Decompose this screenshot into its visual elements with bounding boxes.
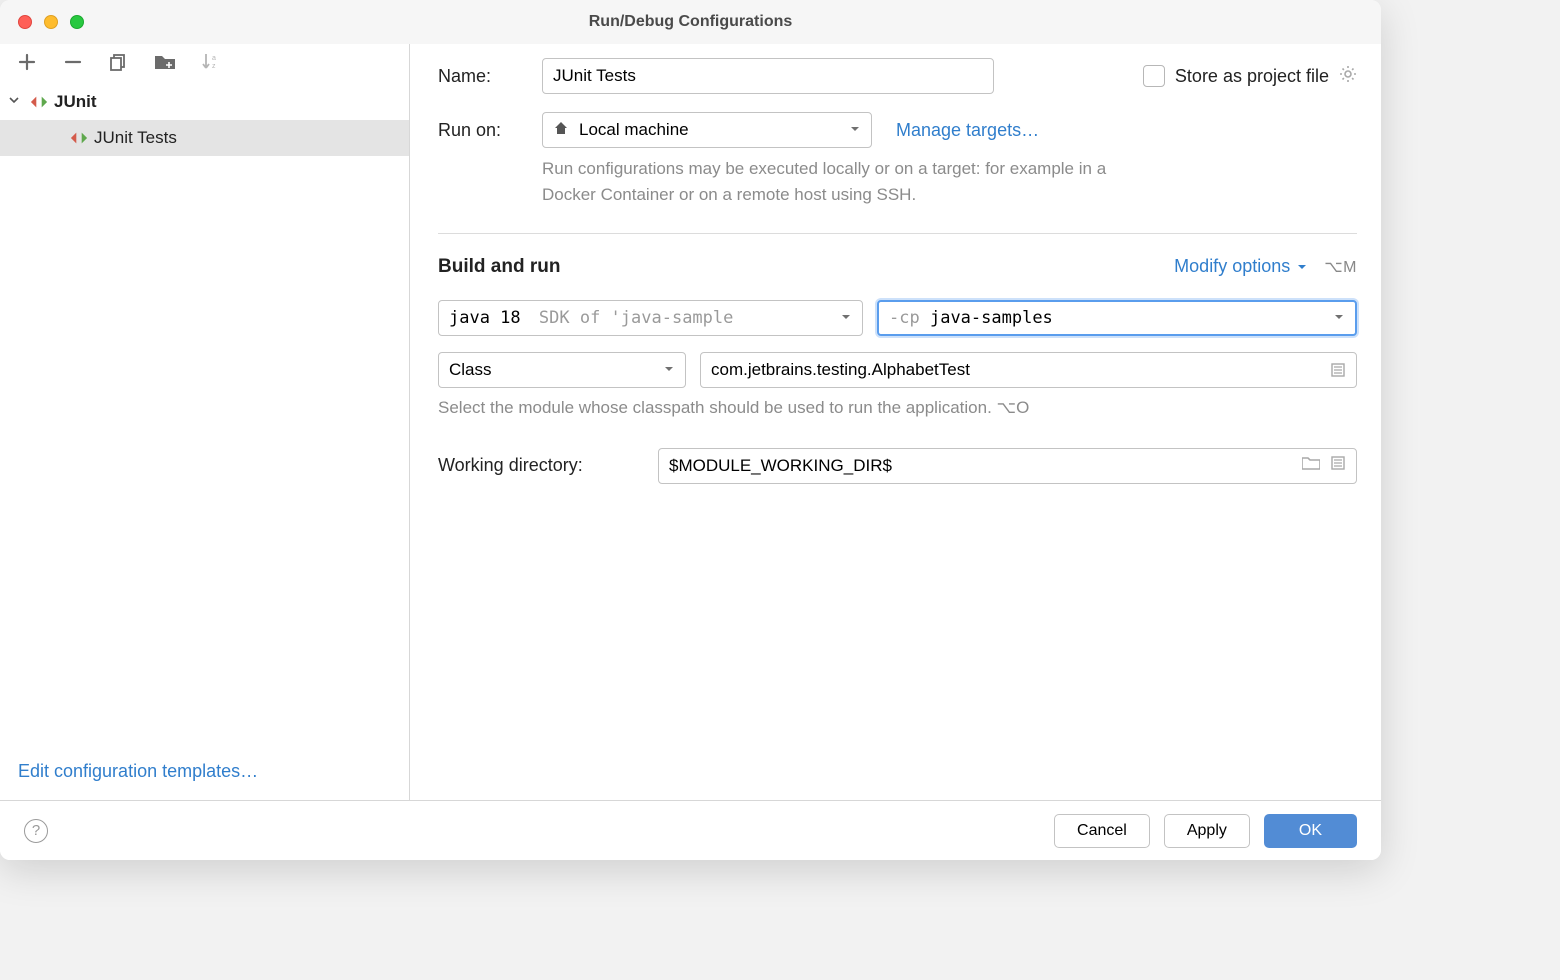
modify-shortcut: ⌥M [1324, 257, 1357, 277]
chevron-down-icon [840, 308, 852, 328]
working-dir-input[interactable]: $MODULE_WORKING_DIR$ [658, 448, 1357, 484]
remove-config-icon[interactable] [62, 51, 84, 73]
form-content: Name: JUnit Tests Store as project file … [410, 44, 1381, 800]
expand-icon[interactable] [1330, 455, 1346, 476]
chevron-down-icon [663, 360, 675, 380]
modify-options-wrap: Modify options ⌥M [1174, 256, 1357, 277]
cp-prefix: -cp [889, 308, 920, 328]
junit-icon [30, 93, 48, 111]
store-label: Store as project file [1175, 66, 1329, 87]
folder-icon[interactable] [1302, 455, 1320, 476]
add-config-icon[interactable] [16, 51, 38, 73]
window-controls [0, 15, 84, 29]
tree-node-label: JUnit [54, 92, 97, 112]
manage-targets-link[interactable]: Manage targets… [896, 120, 1039, 141]
sidebar-toolbar: az [0, 44, 409, 84]
edit-templates-link[interactable]: Edit configuration templates… [18, 761, 258, 781]
divider [438, 233, 1357, 234]
chevron-down-icon [8, 93, 24, 111]
sidebar: az JUnit JUnit Tests [0, 44, 410, 800]
runon-select[interactable]: Local machine [542, 112, 872, 148]
apply-button[interactable]: Apply [1164, 814, 1250, 848]
testkind-select[interactable]: Class [438, 352, 686, 388]
class-input[interactable]: com.jetbrains.testing.AlphabetTest [700, 352, 1357, 388]
jdk-suffix: SDK of 'java-sample [539, 308, 733, 328]
chevron-down-icon [1333, 308, 1345, 328]
classpath-select[interactable]: -cp java-samples [877, 300, 1357, 336]
titlebar: Run/Debug Configurations [0, 0, 1381, 44]
build-row-2: Class com.jetbrains.testing.AlphabetTest [438, 352, 1357, 388]
minimize-window-button[interactable] [44, 15, 58, 29]
runon-value: Local machine [579, 120, 689, 140]
junit-icon [70, 129, 88, 147]
dialog-title: Run/Debug Configurations [0, 13, 1381, 31]
close-window-button[interactable] [18, 15, 32, 29]
tree-node-label: JUnit Tests [94, 128, 177, 148]
cp-value: java-samples [930, 308, 1053, 328]
name-row: Name: JUnit Tests Store as project file [438, 58, 1357, 94]
tree-node-junit-tests[interactable]: JUnit Tests [0, 120, 409, 156]
working-dir-row: Working directory: $MODULE_WORKING_DIR$ [438, 448, 1357, 484]
working-dir-value: $MODULE_WORKING_DIR$ [669, 456, 892, 476]
runon-label: Run on: [438, 120, 526, 141]
name-input[interactable]: JUnit Tests [542, 58, 994, 94]
store-checkbox[interactable] [1143, 65, 1165, 87]
config-tree: JUnit JUnit Tests [0, 84, 409, 747]
tree-node-junit[interactable]: JUnit [0, 84, 409, 120]
section-title: Build and run [438, 256, 560, 278]
expand-icon[interactable] [1330, 362, 1346, 378]
testkind-value: Class [449, 360, 492, 380]
build-row-1: java 18 SDK of 'java-sample -cp java-sam… [438, 300, 1357, 336]
working-dir-label: Working directory: [438, 455, 644, 476]
name-value: JUnit Tests [553, 66, 636, 86]
modify-options-link[interactable]: Modify options [1174, 256, 1308, 277]
modify-options-label: Modify options [1174, 256, 1290, 277]
runon-row: Run on: Local machine Manage targets… [438, 112, 1357, 148]
runon-help: Run configurations may be executed local… [542, 156, 1162, 209]
sort-config-icon[interactable]: az [200, 51, 222, 73]
save-config-icon[interactable] [154, 51, 176, 73]
chevron-down-icon [1296, 261, 1308, 273]
dialog-footer: ? Cancel Apply OK [0, 800, 1381, 860]
jdk-select[interactable]: java 18 SDK of 'java-sample [438, 300, 863, 336]
jdk-prefix: java 18 [449, 308, 521, 328]
main-area: az JUnit JUnit Tests [0, 44, 1381, 800]
build-run-header: Build and run Modify options ⌥M [438, 256, 1357, 278]
class-value: com.jetbrains.testing.AlphabetTest [711, 360, 970, 380]
copy-config-icon[interactable] [108, 51, 130, 73]
ok-button[interactable]: OK [1264, 814, 1357, 848]
class-help: Select the module whose classpath should… [438, 398, 1357, 418]
cancel-button[interactable]: Cancel [1054, 814, 1150, 848]
home-icon [553, 120, 569, 141]
svg-text:z: z [212, 63, 216, 70]
sidebar-footer: Edit configuration templates… [0, 747, 409, 800]
chevron-down-icon [849, 120, 861, 140]
configurations-dialog: Run/Debug Configurations az [0, 0, 1381, 860]
help-button[interactable]: ? [24, 819, 48, 843]
store-wrap: Store as project file [1143, 65, 1357, 88]
name-label: Name: [438, 66, 526, 87]
gear-icon[interactable] [1339, 65, 1357, 88]
maximize-window-button[interactable] [70, 15, 84, 29]
svg-text:a: a [212, 55, 216, 62]
